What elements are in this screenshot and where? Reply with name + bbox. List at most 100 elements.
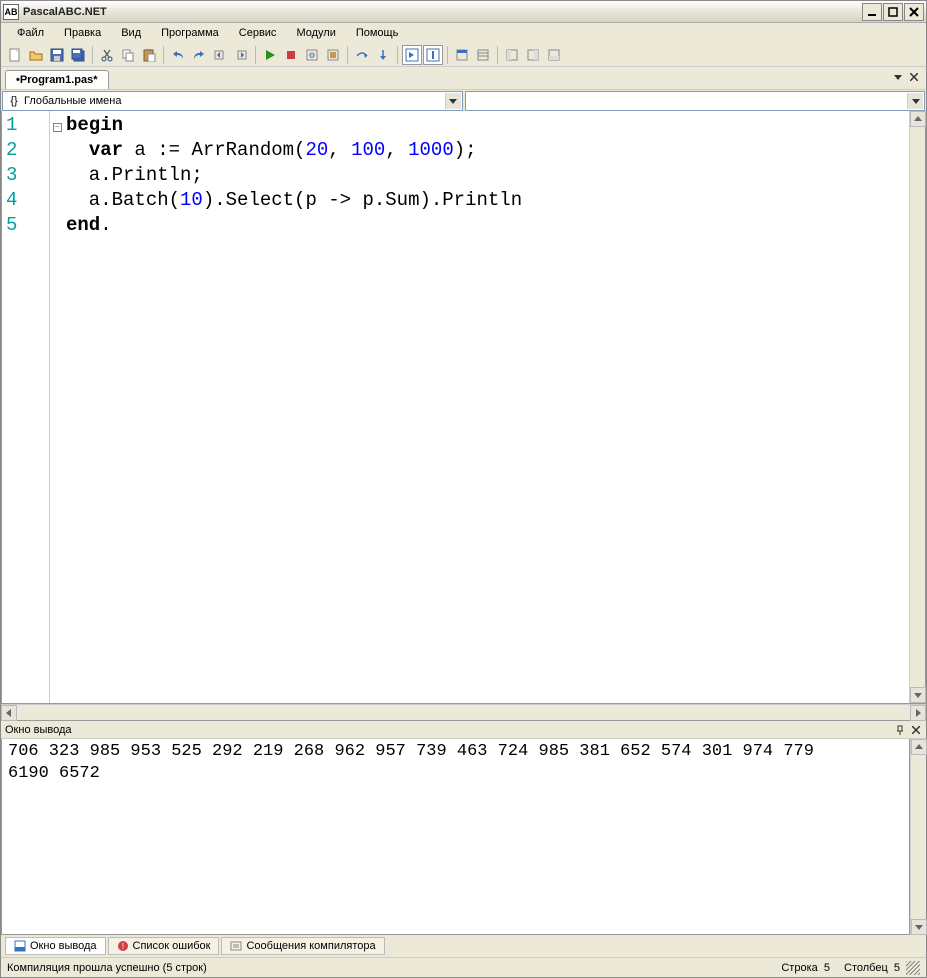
- redo-icon[interactable]: [189, 45, 209, 65]
- line-number: 1: [6, 113, 49, 138]
- bottom-tabs: Окно вывода ! Список ошибок Сообщения ко…: [1, 935, 926, 957]
- fold-toggle-icon[interactable]: −: [53, 123, 62, 132]
- menu-file[interactable]: Файл: [7, 25, 54, 41]
- tab-output-label: Окно вывода: [30, 940, 97, 952]
- window-title: PascalABC.NET: [23, 6, 861, 18]
- number-literal: 20: [305, 139, 328, 161]
- code-content[interactable]: begin var a := ArrRandom(20, 100, 1000);…: [64, 111, 909, 703]
- statusbar: Компиляция прошла успешно (5 строк) Стро…: [1, 957, 926, 977]
- dropdown-arrow-icon[interactable]: [445, 93, 461, 109]
- fold-column: −: [50, 111, 64, 703]
- app-icon: AB: [3, 4, 19, 20]
- scroll-down-icon[interactable]: [910, 687, 926, 703]
- window-buttons: [861, 3, 924, 21]
- output-panel-header: Окно вывода: [1, 721, 926, 739]
- maximize-button[interactable]: [883, 3, 903, 21]
- keyword: var: [89, 139, 123, 161]
- tab-messages-label: Сообщения компилятора: [246, 940, 375, 952]
- keyword: end: [66, 214, 100, 236]
- paste-icon[interactable]: [139, 45, 159, 65]
- close-panel-icon[interactable]: [910, 724, 922, 736]
- editor-horizontal-scrollbar[interactable]: [1, 704, 926, 720]
- scroll-left-icon[interactable]: [1, 705, 17, 721]
- line-number: 4: [6, 188, 49, 213]
- output-tab-icon: [14, 940, 26, 952]
- svg-text:⚙: ⚙: [308, 51, 315, 60]
- scroll-up-icon[interactable]: [911, 739, 927, 755]
- window3-icon[interactable]: [502, 45, 522, 65]
- build-icon[interactable]: [323, 45, 343, 65]
- nav-forward-icon[interactable]: [231, 45, 251, 65]
- output-text[interactable]: 706 323 985 953 525 292 219 268 962 957 …: [1, 739, 910, 935]
- menu-modules[interactable]: Модули: [286, 25, 345, 41]
- window5-icon[interactable]: [544, 45, 564, 65]
- save-icon[interactable]: [47, 45, 67, 65]
- tabstrip: •Program1.pas*: [1, 67, 926, 89]
- scope-member-dropdown[interactable]: [465, 91, 926, 111]
- menu-service[interactable]: Сервис: [229, 25, 287, 41]
- output-panel: Окно вывода 706 323 985 953 525 292 219 …: [1, 720, 926, 935]
- tab-dropdown-icon[interactable]: [892, 71, 904, 83]
- stop-icon[interactable]: [281, 45, 301, 65]
- save-all-icon[interactable]: [68, 45, 88, 65]
- scroll-right-icon[interactable]: [910, 705, 926, 721]
- number-literal: 10: [180, 189, 203, 211]
- pin-icon[interactable]: [894, 724, 906, 736]
- line-number: 5: [6, 213, 49, 238]
- output-vertical-scrollbar[interactable]: [910, 739, 926, 935]
- line-number: 3: [6, 163, 49, 188]
- scope-global-dropdown[interactable]: {} Глобальные имена: [2, 91, 463, 111]
- menu-program[interactable]: Программа: [151, 25, 229, 41]
- scroll-up-icon[interactable]: [910, 111, 926, 127]
- copy-icon[interactable]: [118, 45, 138, 65]
- window4-icon[interactable]: [523, 45, 543, 65]
- status-message: Компиляция прошла успешно (5 строк): [7, 962, 207, 974]
- line-number: 2: [6, 138, 49, 163]
- minimize-button[interactable]: [862, 3, 882, 21]
- tab-output[interactable]: Окно вывода: [5, 937, 106, 955]
- status-column: Столбец 5: [844, 962, 900, 974]
- close-button[interactable]: [904, 3, 924, 21]
- scope-global-label: Глобальные имена: [24, 95, 122, 107]
- messages-tab-icon: [230, 940, 242, 952]
- window1-icon[interactable]: [452, 45, 472, 65]
- menu-help[interactable]: Помощь: [346, 25, 409, 41]
- menu-view[interactable]: Вид: [111, 25, 151, 41]
- panel1-icon[interactable]: [402, 45, 422, 65]
- scope-bar: {} Глобальные имена: [1, 89, 926, 111]
- window2-icon[interactable]: [473, 45, 493, 65]
- status-line: Строка 5: [781, 962, 830, 974]
- nav-back-icon[interactable]: [210, 45, 230, 65]
- tab-errors-label: Список ошибок: [133, 940, 211, 952]
- menubar: Файл Правка Вид Программа Сервис Модули …: [1, 23, 926, 43]
- cut-icon[interactable]: [97, 45, 117, 65]
- errors-tab-icon: !: [117, 940, 129, 952]
- code-editor[interactable]: 1 2 3 4 5 − begin var a := ArrRandom(20,…: [1, 111, 926, 704]
- tab-close-icon[interactable]: [908, 71, 920, 83]
- tab-messages[interactable]: Сообщения компилятора: [221, 937, 384, 955]
- file-tab[interactable]: •Program1.pas*: [5, 70, 109, 89]
- number-literal: 1000: [408, 139, 454, 161]
- resize-grip-icon[interactable]: [906, 961, 920, 975]
- step-into-icon[interactable]: [373, 45, 393, 65]
- panel2-icon[interactable]: [423, 45, 443, 65]
- toolbar: ⚙: [1, 43, 926, 67]
- tab-errors[interactable]: ! Список ошибок: [108, 937, 220, 955]
- run-icon[interactable]: [260, 45, 280, 65]
- braces-icon: {}: [7, 94, 21, 108]
- scroll-down-icon[interactable]: [911, 919, 927, 935]
- compile-icon[interactable]: ⚙: [302, 45, 322, 65]
- undo-icon[interactable]: [168, 45, 188, 65]
- new-file-icon[interactable]: [5, 45, 25, 65]
- menu-edit[interactable]: Правка: [54, 25, 111, 41]
- svg-text:!: !: [121, 942, 123, 951]
- number-literal: 100: [351, 139, 385, 161]
- open-file-icon[interactable]: [26, 45, 46, 65]
- dropdown-arrow-icon[interactable]: [907, 93, 923, 109]
- editor-vertical-scrollbar[interactable]: [909, 111, 925, 703]
- titlebar: AB PascalABC.NET: [1, 1, 926, 23]
- keyword: begin: [66, 114, 123, 136]
- step-over-icon[interactable]: [352, 45, 372, 65]
- line-gutter: 1 2 3 4 5: [2, 111, 50, 703]
- output-panel-title: Окно вывода: [5, 724, 72, 736]
